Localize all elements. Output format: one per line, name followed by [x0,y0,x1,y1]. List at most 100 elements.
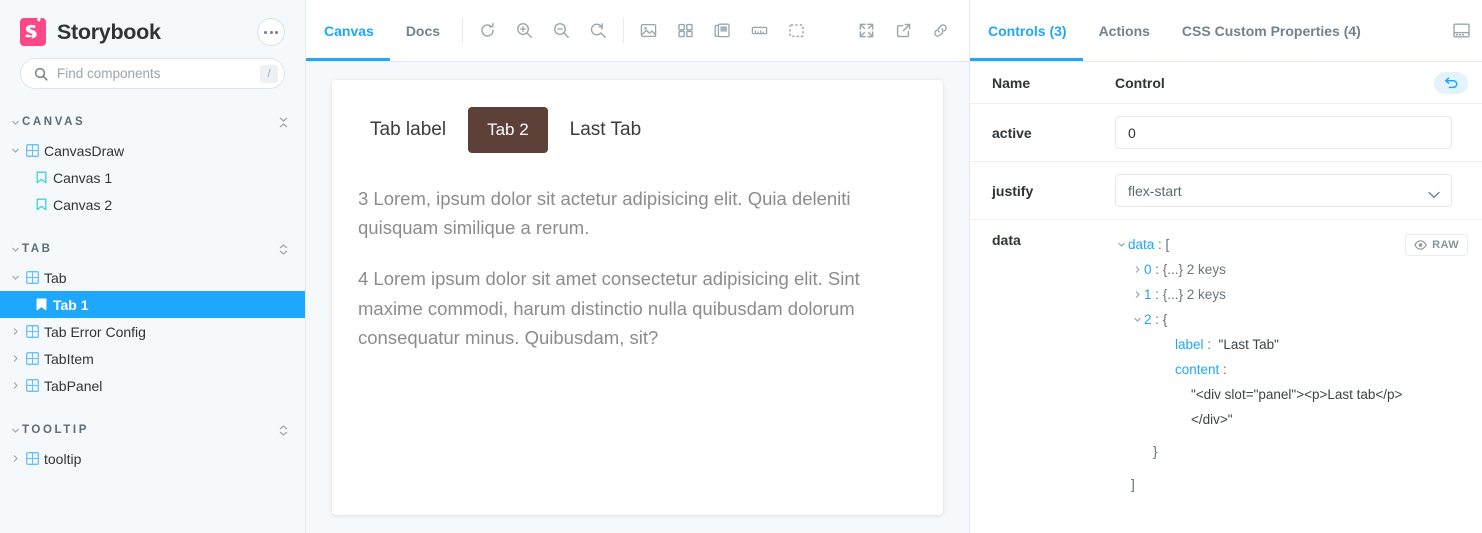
reset-controls-button[interactable] [1434,71,1468,94]
undo-icon [1444,77,1457,89]
zoom-reset-icon[interactable] [583,0,614,61]
search-input[interactable] [57,66,251,81]
tree-item-label: Tab Error Config [44,323,146,340]
json-close-bracket: ] [1131,477,1135,492]
brand-home-link[interactable]: Storybook [20,18,247,46]
tree-group-tooltip[interactable]: TOOLTIP [0,415,305,445]
active-input[interactable] [1115,116,1452,149]
component-icon [22,325,42,338]
demo-tab-list: Tab label Tab 2 Last Tab [350,106,925,154]
copy-link-icon[interactable] [925,0,956,61]
tree-item-canvas-1[interactable]: Canvas 1 [0,164,305,191]
tree-item-label: CanvasDraw [44,142,125,159]
sidebar-header: Storybook [0,0,305,52]
demo-paragraph-2: 4 Lorem ipsum dolor sit amet consectetur… [358,268,860,348]
json-summary-0: {...} 2 keys [1162,262,1226,277]
tab-css-custom-properties[interactable]: CSS Custom Properties (4) [1166,0,1377,61]
tree-item-canvasdraw[interactable]: CanvasDraw [0,137,305,164]
control-label-active: active [992,124,1032,141]
fullscreen-icon[interactable] [851,0,882,61]
json-index-0: 0 [1144,262,1152,277]
preview-area: Tab label Tab 2 Last Tab 3 Lorem, ipsum … [306,62,969,533]
component-icon [22,271,42,284]
chevron-down-icon [8,120,22,125]
tree-item-label: Canvas 2 [53,196,113,213]
chevron-right-icon [8,455,22,462]
eye-icon [1414,240,1427,250]
json-array-item-2[interactable]: 2 : { [1115,307,1468,332]
outline-icon[interactable] [781,0,812,61]
json-key-content: content [1175,362,1220,377]
brand-title: Storybook [57,19,161,44]
json-index-1: 1 [1144,287,1152,302]
chevron-down-icon [8,428,22,433]
json-value-content-line1: "<div slot="panel"><p>Last tab</p> [1115,382,1468,407]
tree-item-tabitem[interactable]: TabItem [0,345,305,372]
caret-right-icon[interactable] [1131,257,1144,282]
story-icon [31,198,51,211]
story-canvas: Tab label Tab 2 Last Tab 3 Lorem, ipsum … [332,80,943,515]
tree-item-label: Tab [44,269,67,286]
tree-item-label: TabItem [44,350,94,367]
collapse-all-icon[interactable] [275,117,291,128]
json-key-data: data [1128,237,1155,252]
tree-group-label: TAB [22,243,53,255]
control-row-active: active [970,104,1482,162]
json-content-text-1: "<div slot="panel"><p>Last tab</p> [1191,387,1403,402]
json-tree-viewer: RAW data : [ 0 : {...} 2 keys 1: {...} … [1115,232,1482,497]
control-label-justify: justify [992,182,1034,199]
tree-group-label: CANVAS [22,116,86,128]
tree-item-tab[interactable]: Tab [0,264,305,291]
column-header-control: Control [1115,74,1165,91]
grid-icon[interactable] [670,0,701,61]
tree-item-tabpanel[interactable]: TabPanel [0,372,305,399]
tree-group-tab[interactable]: TAB [0,234,305,264]
demo-tab-tab-2[interactable]: Tab 2 [468,107,548,153]
tree-item-label: Tab 1 [53,296,89,313]
caret-right-icon[interactable] [1131,282,1144,307]
tab-actions[interactable]: Actions [1083,0,1166,61]
storybook-logo-icon [20,18,46,46]
tree-item-label: Canvas 1 [53,169,113,186]
tree-item-tab-error-config[interactable]: Tab Error Config [0,318,305,345]
sidebar: Storybook / CANVAS [0,0,306,533]
tree-group-canvas[interactable]: CANVAS [0,107,305,137]
json-close-brace-row: } [1115,432,1468,472]
panel-position-icon[interactable] [1447,0,1470,61]
demo-paragraph-1: 3 Lorem, ipsum dolor sit actetur adipisi… [358,188,851,239]
search-box[interactable]: / [20,58,285,89]
caret-down-icon[interactable] [1131,307,1144,332]
tab-canvas[interactable]: Canvas [306,0,390,61]
tree-item-tooltip[interactable]: tooltip [0,445,305,472]
background-icon[interactable] [633,0,664,61]
justify-select[interactable]: flex-start [1115,174,1452,207]
raw-toggle-button[interactable]: RAW [1405,234,1468,256]
caret-down-icon[interactable] [1115,232,1128,257]
expand-all-icon[interactable] [275,424,291,436]
reset-zoom-icon[interactable] [472,0,503,61]
tab-controls[interactable]: Controls (3) [970,0,1083,61]
zoom-out-icon[interactable] [546,0,577,61]
tree-item-canvas-2[interactable]: Canvas 2 [0,191,305,218]
open-new-tab-icon[interactable] [888,0,919,61]
demo-tab-panel: 3 Lorem, ipsum dolor sit actetur adipisi… [350,154,925,352]
json-index-2: 2 [1144,312,1152,327]
zoom-in-icon[interactable] [509,0,540,61]
json-content-text-2: </div>" [1191,412,1233,427]
measure-icon[interactable] [744,0,775,61]
search-shortcut-key: / [260,64,278,83]
json-array-item-1[interactable]: 1 : {...} 2 keys [1115,282,1468,307]
json-array-item-0[interactable]: 0 : {...} 2 keys [1115,257,1468,282]
ellipsis-icon[interactable] [257,18,285,46]
control-row-justify: justify flex-start [970,162,1482,220]
demo-tab-tab-label[interactable]: Tab label [354,106,462,154]
panel-tabs-spacer [1377,0,1447,61]
json-field-content: content : [1115,357,1468,382]
component-icon [22,144,42,157]
expand-all-icon[interactable] [275,243,291,255]
tab-docs[interactable]: Docs [390,0,456,61]
story-icon [31,298,51,311]
demo-tab-last-tab[interactable]: Last Tab [554,106,657,154]
theme-icon[interactable] [707,0,738,61]
tree-item-tab-1[interactable]: Tab 1 [0,291,305,318]
